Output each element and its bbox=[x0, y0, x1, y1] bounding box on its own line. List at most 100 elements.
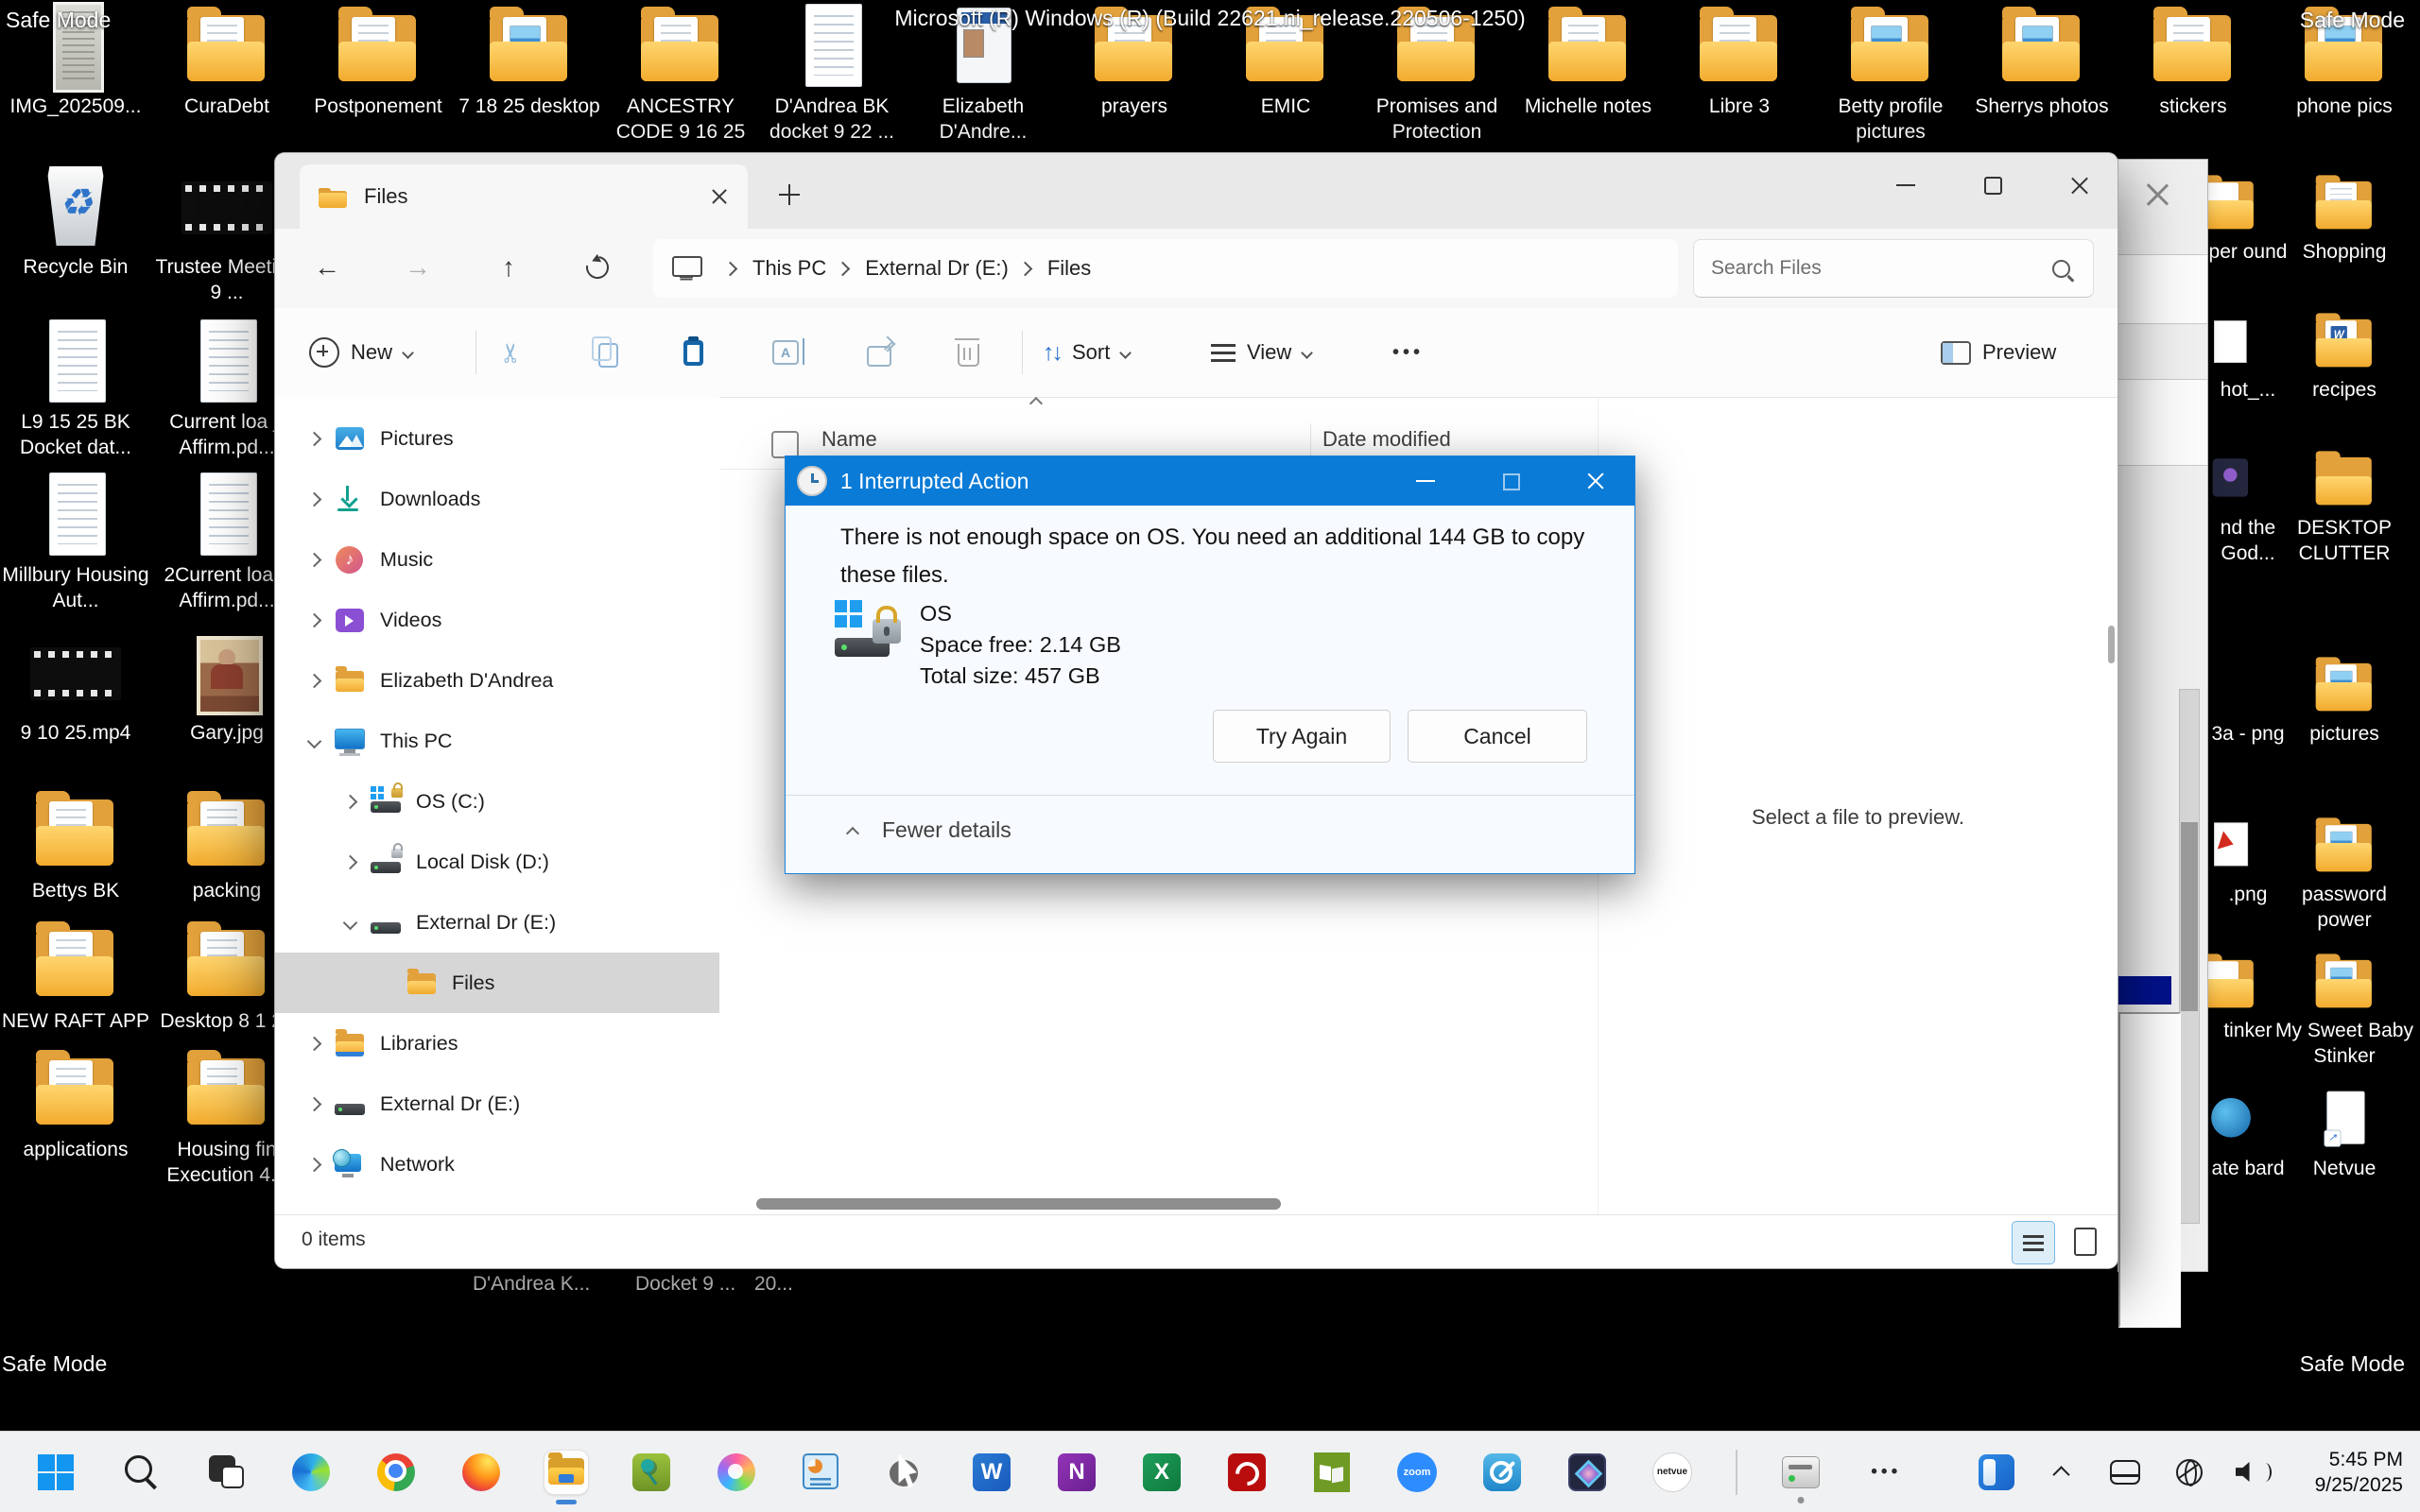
scrollbar-thumb[interactable] bbox=[756, 1198, 1281, 1210]
preview-toggle-button[interactable]: Preview bbox=[1941, 308, 2056, 397]
share-button[interactable] bbox=[867, 308, 891, 397]
cut-button[interactable]: ✂ bbox=[500, 308, 522, 397]
select-all-checkbox[interactable] bbox=[771, 431, 799, 458]
background-window[interactable] bbox=[2118, 159, 2208, 1272]
desktop-icon-michelle-notes[interactable]: Michelle notes bbox=[1512, 9, 1664, 145]
taskbar-button-more[interactable] bbox=[1864, 1451, 1908, 1494]
desktop-icon-betty-profile-pictures[interactable]: Betty profile pictures bbox=[1815, 9, 1966, 145]
expand-chevron-icon[interactable] bbox=[343, 915, 358, 930]
tab-files[interactable]: Files bbox=[300, 164, 748, 229]
desktop-icon-bettys-bk[interactable]: Bettys BK bbox=[0, 786, 151, 903]
desktop-icon-l9-15-25-bk-docket-dat[interactable]: L9 15 25 BK Docket dat... bbox=[0, 318, 151, 460]
column-divider[interactable] bbox=[1310, 423, 1311, 459]
sidebar-item-os-c[interactable]: OS (C:) bbox=[275, 771, 719, 832]
taskbar-button-copilot[interactable] bbox=[715, 1451, 758, 1494]
sidebar-item-local-disk-d[interactable]: Local Disk (D:) bbox=[275, 832, 719, 892]
desktop-icon-libre-3[interactable]: Libre 3 bbox=[1664, 9, 1815, 145]
tab-close-icon[interactable] bbox=[710, 187, 729, 206]
clock[interactable]: 5:45 PM 9/25/2025 bbox=[2299, 1447, 2403, 1498]
search-input[interactable]: Search Files bbox=[1693, 239, 2094, 298]
tray-app-icon[interactable] bbox=[1978, 1453, 2015, 1491]
copy-button[interactable] bbox=[591, 308, 618, 397]
column-header-date-modified[interactable]: Date modified bbox=[1322, 427, 1451, 452]
forward-button[interactable]: → bbox=[396, 246, 440, 289]
sidebar-item-external-dr-e[interactable]: External Dr (E:) bbox=[275, 1074, 719, 1134]
desktop-icon-7-18-25-desktop[interactable]: 7 18 25 desktop bbox=[454, 9, 605, 145]
desktop-icon-9-10-25-mp4[interactable]: 9 10 25.mp4 bbox=[0, 628, 151, 746]
taskbar-button-zoom[interactable]: zoom bbox=[1395, 1451, 1439, 1494]
breadcrumb-item-files[interactable]: Files bbox=[1020, 256, 1091, 281]
sort-button[interactable]: ↑↓ Sort bbox=[1043, 308, 1130, 397]
breadcrumb[interactable]: This PC External Dr (E:) Files bbox=[653, 239, 1678, 298]
taskbar-button-explorer[interactable] bbox=[544, 1451, 588, 1494]
sidebar-item-elizabeth-d-andrea[interactable]: Elizabeth D'Andrea bbox=[275, 650, 719, 711]
view-button[interactable]: View bbox=[1211, 308, 1311, 397]
desktop-icon-applications[interactable]: applications bbox=[0, 1045, 151, 1162]
delete-button[interactable] bbox=[958, 308, 979, 397]
scrollbar[interactable] bbox=[2179, 689, 2200, 1224]
close-button[interactable] bbox=[1580, 465, 1612, 497]
taskbar-button-firefox[interactable] bbox=[459, 1451, 503, 1494]
paste-button[interactable] bbox=[683, 308, 703, 397]
sidebar-item-external-dr-e[interactable]: External Dr (E:) bbox=[275, 892, 719, 953]
taskbar-button-edge[interactable] bbox=[289, 1451, 333, 1494]
taskbar-button-netvue[interactable]: netvue bbox=[1651, 1451, 1694, 1494]
large-icons-view-toggle[interactable] bbox=[2065, 1221, 2106, 1263]
sidebar-item-music[interactable]: Music bbox=[275, 529, 719, 590]
try-again-button[interactable]: Try Again bbox=[1213, 710, 1391, 763]
volume-icon[interactable] bbox=[2235, 1453, 2273, 1491]
breadcrumb-item-this-pc[interactable]: This PC bbox=[725, 256, 826, 281]
desktop-icon-recipes[interactable]: recipes bbox=[2271, 306, 2418, 403]
expand-chevron-icon[interactable] bbox=[307, 1157, 322, 1172]
new-button[interactable]: New bbox=[309, 308, 412, 397]
desktop-icon-desktop-clutter[interactable]: DESKTOP CLUTTER bbox=[2271, 444, 2418, 566]
scrollbar-thumb[interactable] bbox=[2181, 822, 2198, 1011]
sidebar-item-pictures[interactable]: Pictures bbox=[275, 408, 719, 469]
expand-chevron-icon[interactable] bbox=[307, 733, 322, 748]
taskbar-button-pointer[interactable] bbox=[885, 1451, 928, 1494]
search-icon[interactable] bbox=[2052, 260, 2070, 278]
desktop-icon-stickers[interactable]: stickers bbox=[2118, 9, 2269, 145]
expand-chevron-icon[interactable] bbox=[307, 1036, 322, 1051]
up-button[interactable]: ↑ bbox=[487, 246, 530, 289]
desktop-icon-ancestry-code-9-16-25[interactable]: ANCESTRY CODE 9 16 25 bbox=[605, 9, 756, 145]
desktop-icon-d-andrea-bk-docket-9-22[interactable]: D'Andrea BK docket 9 22 ... bbox=[756, 9, 908, 145]
minimize-button[interactable] bbox=[1409, 465, 1442, 497]
taskbar-button-printer[interactable] bbox=[1779, 1451, 1823, 1494]
sidebar-item-downloads[interactable]: Downloads bbox=[275, 469, 719, 529]
desktop-icon-shopping[interactable]: Shopping bbox=[2271, 168, 2418, 265]
details-view-toggle[interactable] bbox=[2012, 1221, 2055, 1264]
expand-chevron-icon[interactable] bbox=[307, 673, 322, 688]
taskbar-button-chrome[interactable] bbox=[374, 1451, 418, 1494]
close-icon[interactable] bbox=[2143, 180, 2171, 209]
horizontal-scrollbar[interactable] bbox=[719, 1196, 1598, 1211]
desktop-icon-postponement[interactable]: Postponement bbox=[302, 9, 454, 145]
taskbar-button-search[interactable] bbox=[119, 1451, 163, 1494]
network-offline-icon[interactable] bbox=[2170, 1453, 2208, 1491]
taskbar-button-pin[interactable] bbox=[630, 1451, 673, 1494]
desktop-icon-curadebt[interactable]: CuraDebt bbox=[151, 9, 302, 145]
taskbar-button-photos[interactable] bbox=[1565, 1451, 1609, 1494]
expand-chevron-icon[interactable] bbox=[307, 552, 322, 567]
desktop-icon-my-sweet-baby-stinker[interactable]: My Sweet Baby Stinker bbox=[2271, 947, 2418, 1069]
expand-chevron-icon[interactable] bbox=[307, 491, 322, 507]
close-button[interactable] bbox=[2061, 166, 2099, 204]
desktop-icon-new-raft-app[interactable]: NEW RAFT APP bbox=[0, 917, 151, 1034]
back-button[interactable]: ← bbox=[305, 246, 349, 289]
expand-chevron-icon[interactable] bbox=[307, 612, 322, 627]
taskbar-button-onenote[interactable]: N bbox=[1055, 1451, 1098, 1494]
touchpad-icon[interactable] bbox=[2106, 1453, 2144, 1491]
sidebar-item-this-pc[interactable]: This PC bbox=[275, 711, 719, 771]
sidebar-item-libraries[interactable]: Libraries bbox=[275, 1013, 719, 1074]
desktop-icon-sherrys-photos[interactable]: Sherrys photos bbox=[1966, 9, 2118, 145]
maximize-button[interactable] bbox=[1495, 465, 1527, 497]
expand-chevron-icon[interactable] bbox=[343, 794, 358, 809]
desktop-icon-pictures[interactable]: pictures bbox=[2271, 650, 2418, 747]
desktop-icon-password-power[interactable]: password power bbox=[2271, 811, 2418, 933]
desktop-icon-recycle-bin[interactable]: Recycle Bin bbox=[0, 163, 151, 280]
taskbar-button-start[interactable] bbox=[34, 1451, 78, 1494]
minimize-button[interactable] bbox=[1887, 166, 1925, 204]
fewer-details-toggle[interactable]: Fewer details bbox=[848, 817, 1011, 843]
taskbar-button-word[interactable]: W bbox=[970, 1451, 1013, 1494]
hidden-icons-chevron[interactable] bbox=[2042, 1453, 2080, 1491]
